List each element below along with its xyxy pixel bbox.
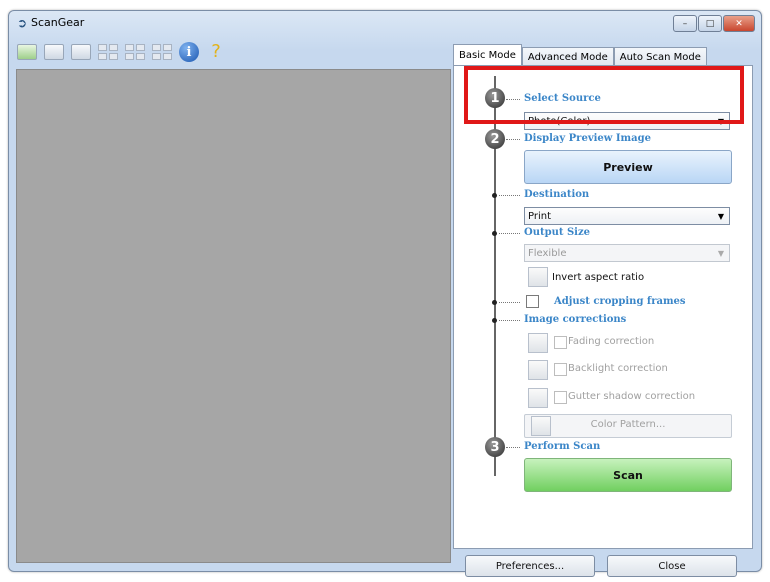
window-controls: – □ ✕ (673, 15, 755, 32)
backlight-correction-icon (528, 360, 548, 380)
image-corrections-title: Image corrections (524, 314, 627, 325)
fading-correction-icon (528, 333, 548, 353)
scanner-icon: ➲ (17, 16, 28, 30)
step-connector (499, 302, 520, 304)
toolbar: i ? (15, 41, 228, 65)
step-connector (499, 320, 520, 322)
gutter-shadow-icon (528, 388, 548, 408)
output-size-select-value: Flexible (528, 248, 567, 259)
color-pattern-label: Color Pattern... (590, 419, 666, 430)
window-title: ScanGear (31, 16, 85, 29)
adjust-cropping-label: Adjust cropping frames (554, 296, 686, 307)
thumbnail-icon (17, 44, 37, 60)
close-button[interactable]: Close (607, 555, 737, 577)
rotate-right-button[interactable] (69, 41, 93, 63)
destination-select[interactable]: Print ▼ (524, 207, 730, 225)
crop-frame-icon (98, 44, 118, 60)
destination-select-value: Print (528, 211, 552, 222)
maximize-button[interactable]: □ (698, 15, 722, 32)
fading-correction-checkbox[interactable] (554, 336, 567, 349)
gutter-shadow-checkbox[interactable] (554, 391, 567, 404)
step-connector (499, 195, 520, 197)
fading-correction-label: Fading correction (568, 336, 655, 347)
help-bulb-icon: ? (211, 41, 221, 62)
timeline-dot (492, 300, 497, 305)
dropdown-arrow-icon: ▼ (717, 249, 724, 258)
title-bar: ➲ ScanGear – □ ✕ (9, 11, 761, 35)
rotate-left-icon (44, 44, 64, 60)
info-icon: i (179, 42, 199, 62)
invert-aspect-ratio-label: Invert aspect ratio (552, 272, 645, 283)
perform-scan-title: Perform Scan (524, 441, 601, 452)
display-preview-title: Display Preview Image (524, 133, 651, 144)
tab-auto-scan-mode[interactable]: Auto Scan Mode (613, 47, 707, 67)
step-connector (506, 139, 520, 141)
preview-button[interactable]: Preview (524, 150, 732, 184)
minimize-button[interactable]: – (673, 15, 697, 32)
timeline-dot (492, 318, 497, 323)
gutter-shadow-label: Gutter shadow correction (568, 391, 696, 402)
clear-frames-button[interactable] (150, 41, 174, 63)
timeline-dot (492, 193, 497, 198)
backlight-correction-checkbox[interactable] (554, 363, 567, 376)
invert-aspect-ratio-icon[interactable] (528, 267, 548, 287)
crop-frame-button[interactable] (96, 41, 120, 63)
help-button[interactable]: ? (204, 41, 228, 63)
highlight-box (464, 66, 744, 124)
preview-area[interactable] (16, 69, 451, 563)
step-3-badge: 3 (485, 437, 505, 457)
tab-advanced-mode[interactable]: Advanced Mode (521, 47, 614, 67)
close-window-button[interactable]: ✕ (723, 15, 755, 32)
info-button[interactable]: i (177, 41, 201, 63)
backlight-correction-label: Backlight correction (568, 363, 668, 374)
basic-mode-panel: 1 Select Source Photo(Color) ▼ 2 Display… (453, 65, 753, 549)
output-size-title: Output Size (524, 227, 591, 238)
rotate-left-button[interactable] (42, 41, 66, 63)
rotate-right-icon (71, 44, 91, 60)
tab-basic-mode[interactable]: Basic Mode (453, 44, 522, 67)
adjust-cropping-checkbox[interactable] (526, 295, 539, 308)
select-all-frames-icon (125, 44, 145, 60)
thumbnail-view-button[interactable] (15, 41, 39, 63)
color-pattern-button[interactable]: Color Pattern... (524, 414, 732, 438)
step-connector (499, 233, 520, 235)
output-size-select[interactable]: Flexible ▼ (524, 244, 730, 262)
mode-tabs: Basic Mode Advanced Mode Auto Scan Mode (453, 44, 707, 67)
step-2-badge: 2 (485, 129, 505, 149)
timeline-dot (492, 231, 497, 236)
preferences-button[interactable]: Preferences... (465, 555, 595, 577)
scan-button[interactable]: Scan (524, 458, 732, 492)
select-all-frames-button[interactable] (123, 41, 147, 63)
clear-frames-icon (152, 44, 172, 60)
destination-title: Destination (524, 189, 590, 200)
dropdown-arrow-icon: ▼ (717, 212, 724, 221)
step-connector (506, 447, 520, 449)
